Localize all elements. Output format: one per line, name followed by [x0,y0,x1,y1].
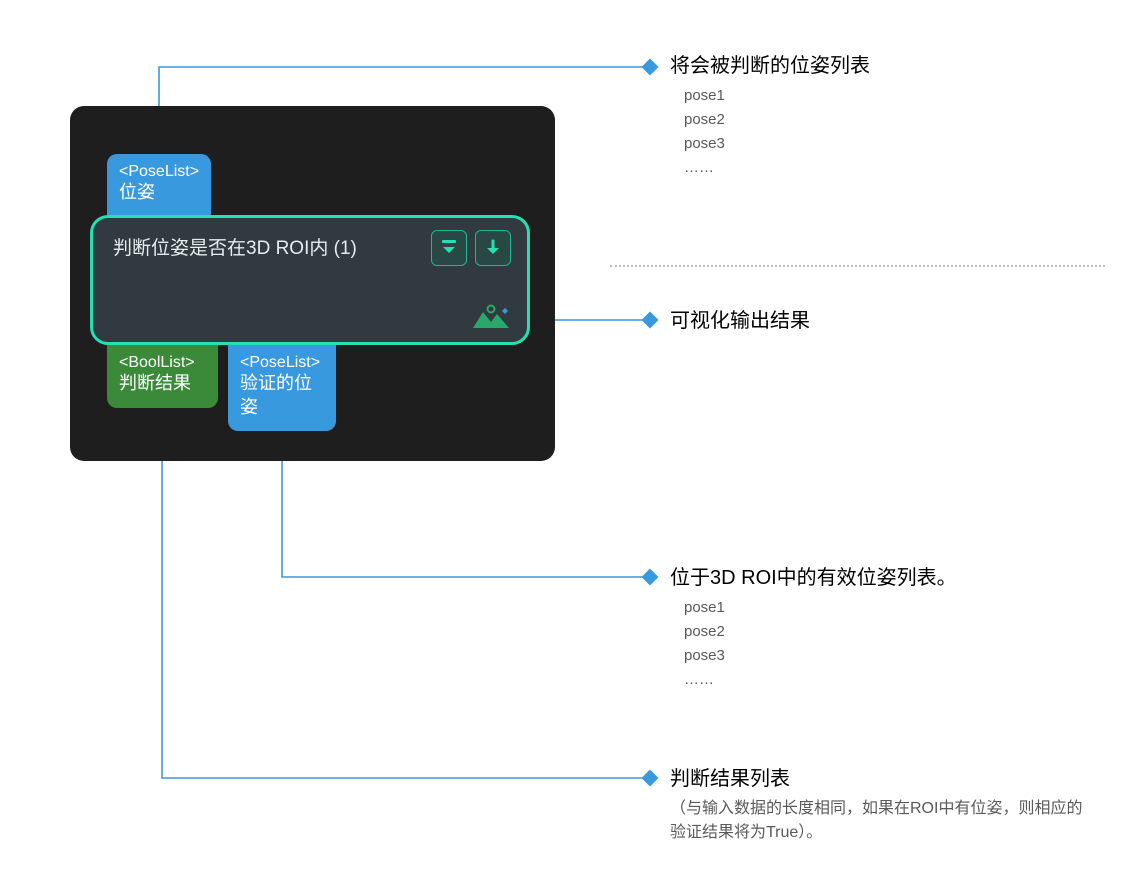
output-port-poselist[interactable]: <PoseList> 验证的位姿 [228,345,336,431]
callout-valid-poselist: 位于3D ROI中的有效位姿列表。 pose1 pose2 pose3 …… [670,564,957,692]
callout-title: 判断结果列表 [670,765,1090,793]
output-port-boollist[interactable]: <BoolList> 判断结果 [107,345,218,408]
callout-items: pose1 pose2 pose3 …… [670,596,957,692]
port-name-label: 位姿 [119,181,199,204]
list-item: pose1 [684,596,957,620]
diamond-marker-icon [642,59,659,76]
list-item: pose1 [684,84,870,108]
port-name-label: 判断结果 [119,372,206,395]
list-item: pose3 [684,132,870,156]
visualize-output-icon[interactable] [471,302,511,332]
callout-result-list: 判断结果列表 （与输入数据的长度相同，如果在ROI中有位姿，则相应的验证结果将为… [670,765,1090,845]
port-type-label: <PoseList> [119,162,199,181]
callout-title: 位于3D ROI中的有效位姿列表。 [670,564,957,592]
port-name-label: 验证的位姿 [240,372,324,419]
port-type-label: <BoolList> [119,353,206,372]
port-type-label: <PoseList> [240,353,324,372]
list-item: pose3 [684,644,957,668]
arrow-down-icon [483,238,503,258]
input-port-poselist[interactable]: <PoseList> 位姿 [107,154,211,215]
list-item: pose2 [684,620,957,644]
run-stack-button[interactable] [431,230,467,266]
list-item: pose2 [684,108,870,132]
stack-down-icon [439,238,459,258]
callout-title: 将会被判断的位姿列表 [670,52,870,80]
callout-visualize: 可视化输出结果 [670,307,810,335]
diamond-marker-icon [642,569,659,586]
callout-items: pose1 pose2 pose3 …… [670,84,870,180]
list-item: …… [684,156,870,180]
node-title: 判断位姿是否在3D ROI内 (1) [113,233,357,260]
list-item: …… [684,668,957,692]
run-step-button[interactable] [475,230,511,266]
diamond-marker-icon [642,770,659,787]
node-body[interactable]: 判断位姿是否在3D ROI内 (1) [90,215,530,345]
diagram-stage: <PoseList> 位姿 判断位姿是否在3D ROI内 (1) [0,0,1127,880]
dotted-divider [610,265,1105,267]
callout-title: 可视化输出结果 [670,307,810,335]
callout-input-poselist: 将会被判断的位姿列表 pose1 pose2 pose3 …… [670,52,870,180]
diamond-marker-icon [642,312,659,329]
callout-note: （与输入数据的长度相同，如果在ROI中有位姿，则相应的验证结果将为True）。 [670,797,1090,845]
